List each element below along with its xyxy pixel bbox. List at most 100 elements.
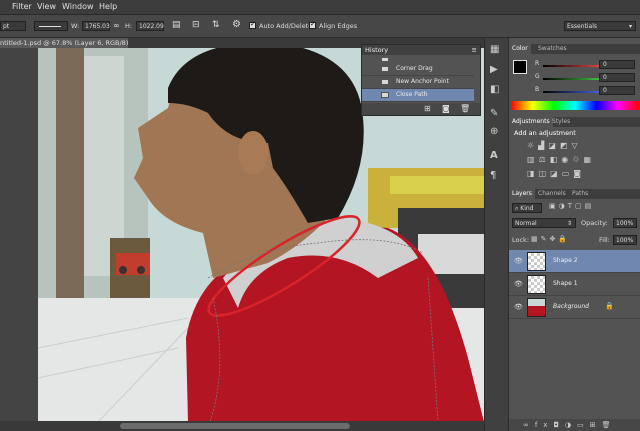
- color-spectrum-ramp[interactable]: [511, 101, 639, 110]
- invert-icon[interactable]: ◨: [527, 169, 539, 178]
- color-balance-icon[interactable]: ⚖: [539, 155, 550, 164]
- new-layer-icon[interactable]: ⊞: [590, 421, 602, 429]
- lock-icons[interactable]: ▦✎✥🔒: [531, 235, 570, 243]
- layer-filter-icons[interactable]: ▣◑T▢▤: [549, 202, 594, 210]
- tab-swatches[interactable]: Swatches: [535, 44, 570, 54]
- align-edges-checkbox[interactable]: [309, 22, 316, 29]
- blue-slider[interactable]: [543, 91, 599, 93]
- opacity-field[interactable]: 100%: [613, 218, 637, 228]
- workspace-select[interactable]: Essentials▾: [564, 21, 636, 31]
- layer-thumbnail: [527, 275, 546, 294]
- link-icon[interactable]: ∞: [113, 21, 120, 30]
- menu-filter[interactable]: Filter: [12, 2, 32, 11]
- posterize-icon[interactable]: ◫: [539, 169, 551, 178]
- levels-icon[interactable]: ▟: [538, 141, 548, 150]
- vibrance-icon[interactable]: ▽: [571, 141, 581, 150]
- hue-saturation-icon[interactable]: ▥: [527, 155, 539, 164]
- tab-adjustments[interactable]: Adjustments: [509, 117, 553, 127]
- threshold-icon[interactable]: ◪: [550, 169, 562, 178]
- layer-row-background[interactable]: 👁 Background 🔒: [509, 296, 640, 319]
- tab-styles[interactable]: Styles: [549, 117, 573, 127]
- link-layers-icon[interactable]: ∞: [523, 421, 535, 429]
- red-slider[interactable]: [543, 65, 599, 67]
- black-white-icon[interactable]: ◧: [550, 155, 562, 164]
- new-adjustment-icon[interactable]: ◑: [565, 421, 577, 429]
- layer-filter-select[interactable]: ⌕ Kind: [512, 203, 542, 213]
- red-value-field[interactable]: 0: [599, 60, 635, 69]
- layers-panel-tabs: Layers Channels Paths: [509, 189, 640, 199]
- panel-menu-icon[interactable]: ≡: [472, 45, 477, 55]
- channel-label: R: [535, 60, 539, 67]
- lock-label: Lock:: [512, 236, 529, 244]
- exposure-icon[interactable]: ◩: [560, 141, 572, 150]
- properties-dock-icon[interactable]: ◧: [490, 84, 499, 95]
- menu-view[interactable]: View: [37, 2, 56, 11]
- actions-dock-icon[interactable]: ▶: [490, 64, 498, 75]
- clone-dock-icon[interactable]: ⊕: [490, 126, 498, 137]
- menu-help[interactable]: Help: [99, 2, 117, 11]
- curves-icon[interactable]: ◪: [548, 141, 560, 150]
- green-slider[interactable]: [543, 78, 599, 80]
- layer-name: Shape 2: [553, 257, 578, 264]
- fill-field[interactable]: 100%: [613, 235, 637, 245]
- history-dock-icon[interactable]: ▦: [490, 44, 499, 55]
- tab-paths[interactable]: Paths: [569, 189, 591, 199]
- camera-icon[interactable]: ◙: [442, 104, 450, 113]
- width-field[interactable]: 1765.03: [82, 21, 110, 31]
- menu-bar: Filter View Window Help: [0, 0, 640, 15]
- gradient-map-icon[interactable]: ▭: [562, 169, 574, 178]
- history-item-selected[interactable]: Close Path: [362, 89, 474, 102]
- visibility-eye-icon[interactable]: 👁: [514, 257, 523, 265]
- tab-channels[interactable]: Channels: [535, 189, 569, 199]
- opacity-label: Opacity:: [581, 219, 608, 227]
- height-field[interactable]: 1022.09: [136, 21, 164, 31]
- adjustment-icons: ☼▟◪◩▽ ▥⚖◧◉♲▦ ◨◫◪▭◙: [527, 139, 627, 181]
- history-item[interactable]: New Anchor Point: [362, 76, 474, 89]
- channel-label: G: [535, 73, 540, 80]
- new-group-icon[interactable]: ▭: [577, 421, 590, 429]
- trash-icon[interactable]: 🗑: [602, 421, 617, 429]
- green-value-field[interactable]: 0: [599, 73, 635, 82]
- brush-dock-icon[interactable]: ✎: [490, 108, 498, 119]
- visibility-eye-icon[interactable]: 👁: [514, 280, 523, 288]
- blue-value-field[interactable]: 0: [599, 86, 635, 95]
- snapshot-from-state-icon[interactable]: ⊞: [424, 104, 431, 113]
- channel-mixer-icon[interactable]: ♲: [572, 155, 583, 164]
- history-state-icon: [381, 79, 389, 85]
- path-operations-icon[interactable]: ▤: [172, 20, 181, 30]
- history-item[interactable]: Corner Drag: [362, 63, 474, 76]
- tab-color[interactable]: Color: [509, 44, 531, 54]
- auto-add-delete-checkbox[interactable]: [249, 22, 256, 29]
- layer-row-shape-1[interactable]: 👁 Shape 1: [509, 273, 640, 296]
- gear-icon[interactable]: ⚙: [232, 19, 241, 30]
- lock-icon: 🔒: [605, 302, 614, 310]
- history-title: History: [365, 46, 388, 54]
- blend-mode-select[interactable]: Normal⇕: [512, 218, 576, 228]
- color-lookup-icon[interactable]: ▦: [583, 155, 595, 164]
- path-arrangement-icon[interactable]: ⇅: [212, 20, 220, 30]
- photo-filter-icon[interactable]: ◉: [561, 155, 572, 164]
- menu-window[interactable]: Window: [62, 2, 94, 11]
- brightness-contrast-icon[interactable]: ☼: [527, 141, 538, 150]
- adjustments-panel-tabs: Adjustments Styles: [509, 117, 640, 127]
- stroke-type-select[interactable]: [34, 21, 68, 31]
- add-mask-icon[interactable]: ◘: [553, 421, 565, 429]
- panel-dock: ▦ ▶ ◧ ✎ ⊕ A ¶: [484, 38, 509, 431]
- paragraph-dock-icon[interactable]: ¶: [490, 170, 496, 181]
- path-alignment-icon[interactable]: ⊟: [192, 20, 200, 30]
- layers-footer: ∞fx◘◑▭⊞🗑: [509, 419, 640, 431]
- document-tab[interactable]: ntitled-1.psd @ 67.8% (Layer 6, RGB/8) ×: [0, 38, 128, 48]
- trash-icon[interactable]: 🗑: [460, 104, 470, 113]
- layer-row-shape-2[interactable]: 👁 Shape 2: [509, 250, 640, 273]
- history-snapshot-icon: [381, 57, 389, 62]
- foreground-color-swatch[interactable]: [513, 60, 527, 74]
- tab-layers[interactable]: Layers: [509, 189, 535, 199]
- scrollbar-thumb[interactable]: [120, 423, 350, 429]
- selective-color-icon[interactable]: ◙: [573, 169, 585, 178]
- history-state-icon: [381, 92, 389, 98]
- character-dock-icon[interactable]: A: [490, 150, 498, 161]
- tool-mode-select[interactable]: pt: [0, 21, 26, 31]
- fx-icon[interactable]: fx: [535, 421, 554, 429]
- visibility-eye-icon[interactable]: 👁: [514, 303, 523, 311]
- layer-name: Shape 1: [553, 280, 578, 287]
